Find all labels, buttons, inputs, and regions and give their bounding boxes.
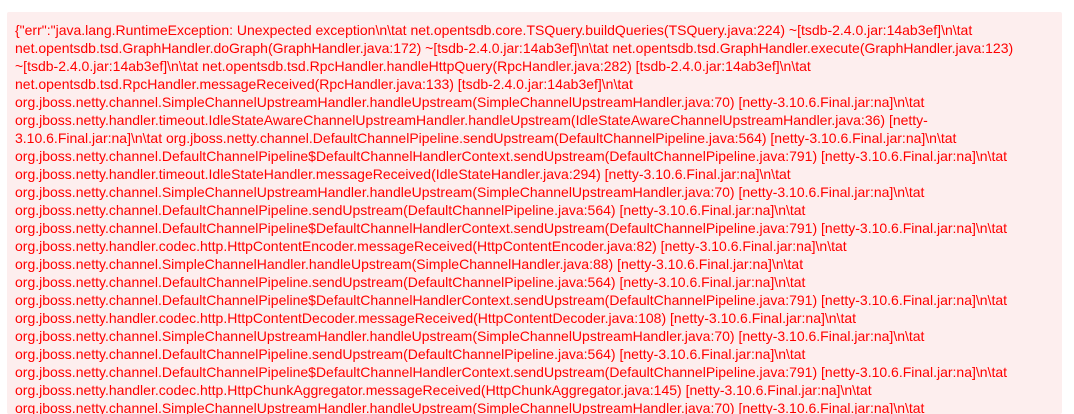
- error-line: {"err":"java.lang.RuntimeException: Unex…: [15, 22, 973, 38]
- error-line: org.jboss.netty.channel.DefaultChannelPi…: [15, 148, 1008, 164]
- error-line: 3.10.6.Final.jar:na]\n\tat org.jboss.net…: [15, 130, 957, 146]
- error-line: org.jboss.netty.handler.codec.http.HttpC…: [15, 310, 857, 326]
- error-line: org.jboss.netty.handler.timeout.IdleStat…: [15, 166, 791, 182]
- error-line: net.opentsdb.tsd.GraphHandler.doGraph(Gr…: [15, 40, 1014, 56]
- error-line: org.jboss.netty.channel.DefaultChannelPi…: [15, 346, 806, 362]
- error-line: org.jboss.netty.channel.DefaultChannelPi…: [15, 292, 1008, 308]
- error-line: org.jboss.netty.handler.codec.http.HttpC…: [15, 238, 847, 254]
- error-line: org.jboss.netty.channel.SimpleChannelUps…: [15, 184, 925, 200]
- error-message: {"err":"java.lang.RuntimeException: Unex…: [15, 21, 1062, 414]
- error-line: net.opentsdb.tsd.RpcHandler.messageRecei…: [15, 76, 633, 92]
- error-line: org.jboss.netty.channel.SimpleChannelHan…: [15, 256, 804, 272]
- error-line: org.jboss.netty.handler.codec.http.HttpC…: [15, 382, 872, 398]
- error-panel: {"err":"java.lang.RuntimeException: Unex…: [7, 12, 1062, 414]
- error-line: org.jboss.netty.channel.DefaultChannelPi…: [15, 202, 806, 218]
- error-line: org.jboss.netty.channel.DefaultChannelPi…: [15, 364, 1008, 380]
- error-line: ~[tsdb-2.4.0.jar:14ab3ef]\n\tat net.open…: [15, 58, 811, 74]
- error-line: org.jboss.netty.channel.SimpleChannelUps…: [15, 94, 925, 110]
- error-line: org.jboss.netty.channel.SimpleChannelUps…: [15, 328, 925, 344]
- error-line: org.jboss.netty.channel.DefaultChannelPi…: [15, 274, 806, 290]
- error-line: org.jboss.netty.channel.DefaultChannelPi…: [15, 220, 1008, 236]
- error-line: org.jboss.netty.handler.timeout.IdleStat…: [15, 112, 928, 128]
- error-line: org.jboss.netty.channel.SimpleChannelUps…: [15, 400, 925, 414]
